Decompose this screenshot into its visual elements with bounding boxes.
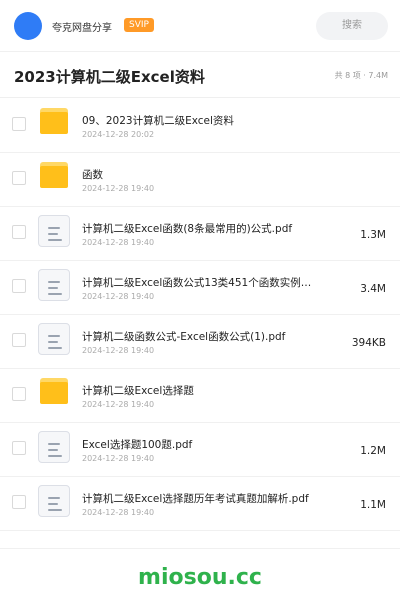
list-item[interactable]: 计算机二级Excel函数(8条最常用的)公式.pdf 2024-12-28 19…: [0, 207, 400, 261]
list-item[interactable]: 09、2023计算机二级Excel资料 2024-12-28 20:02: [0, 99, 400, 153]
item-date: 2024-12-28 19:40: [82, 184, 155, 193]
document-icon: [38, 269, 70, 301]
select-checkbox[interactable]: [12, 387, 26, 401]
item-date: 2024-12-28 19:40: [82, 454, 155, 463]
item-name: 计算机二级Excel函数公式13类451个函数实例…: [82, 277, 312, 289]
avatar[interactable]: [14, 12, 42, 40]
list-item[interactable]: 计算机二级Excel选择题 2024-12-28 19:40: [0, 369, 400, 423]
folder-icon: [38, 161, 70, 193]
footer: miosou.cc: [0, 548, 400, 600]
item-size: 1.2M: [360, 445, 386, 457]
select-checkbox[interactable]: [12, 225, 26, 239]
select-checkbox[interactable]: [12, 333, 26, 347]
item-date: 2024-12-28 19:40: [82, 292, 155, 301]
page-title: 2023计算机二级Excel资料: [14, 68, 205, 86]
item-size: 394KB: [351, 337, 386, 349]
list-item[interactable]: 计算机二级Excel函数公式13类451个函数实例… 2024-12-28 19…: [0, 261, 400, 315]
item-name: 函数: [82, 169, 103, 181]
select-checkbox[interactable]: [12, 171, 26, 185]
item-name: 计算机二级Excel函数(8条最常用的)公式.pdf: [82, 223, 293, 235]
select-checkbox[interactable]: [12, 495, 26, 509]
item-date: 2024-12-28 19:40: [82, 346, 155, 355]
item-name: 计算机二级函数公式-Excel函数公式(1).pdf: [82, 331, 286, 343]
folder-header: 2023计算机二级Excel资料 共 8 项 · 7.4M: [0, 52, 400, 98]
list-item[interactable]: 计算机二级函数公式-Excel函数公式(1).pdf 2024-12-28 19…: [0, 315, 400, 369]
document-icon: [38, 431, 70, 463]
search-input[interactable]: 搜索: [316, 12, 388, 40]
top-bar: 夸克网盘分享 SVIP 搜索: [0, 0, 400, 52]
item-name: 计算机二级Excel选择题: [82, 385, 194, 397]
folder-meta: 共 8 项 · 7.4M: [334, 71, 388, 80]
item-size: 1.1M: [360, 499, 386, 511]
item-date: 2024-12-28 19:40: [82, 400, 155, 409]
item-date: 2024-12-28 19:40: [82, 238, 155, 247]
file-list: 09、2023计算机二级Excel资料 2024-12-28 20:02 函数 …: [0, 99, 400, 531]
document-icon: [38, 215, 70, 247]
svip-badge: SVIP: [124, 18, 154, 32]
document-icon: [38, 485, 70, 517]
list-item[interactable]: 函数 2024-12-28 19:40: [0, 153, 400, 207]
item-size: 3.4M: [360, 283, 386, 295]
folder-icon: [38, 107, 70, 139]
item-name: Excel选择题100题.pdf: [82, 439, 193, 451]
document-icon: [38, 323, 70, 355]
site-brand[interactable]: miosou.cc: [0, 565, 400, 590]
select-checkbox[interactable]: [12, 279, 26, 293]
item-name: 计算机二级Excel选择题历年考试真题加解析.pdf: [82, 493, 309, 505]
item-date: 2024-12-28 20:02: [82, 130, 155, 139]
item-size: 1.3M: [360, 229, 386, 241]
item-name: 09、2023计算机二级Excel资料: [82, 115, 234, 127]
list-item[interactable]: Excel选择题100题.pdf 2024-12-28 19:40 1.2M: [0, 423, 400, 477]
item-date: 2024-12-28 19:40: [82, 508, 155, 517]
select-checkbox[interactable]: [12, 117, 26, 131]
folder-icon: [38, 377, 70, 409]
select-checkbox[interactable]: [12, 441, 26, 455]
share-name: 夸克网盘分享: [52, 23, 112, 34]
list-item[interactable]: 计算机二级Excel选择题历年考试真题加解析.pdf 2024-12-28 19…: [0, 477, 400, 531]
